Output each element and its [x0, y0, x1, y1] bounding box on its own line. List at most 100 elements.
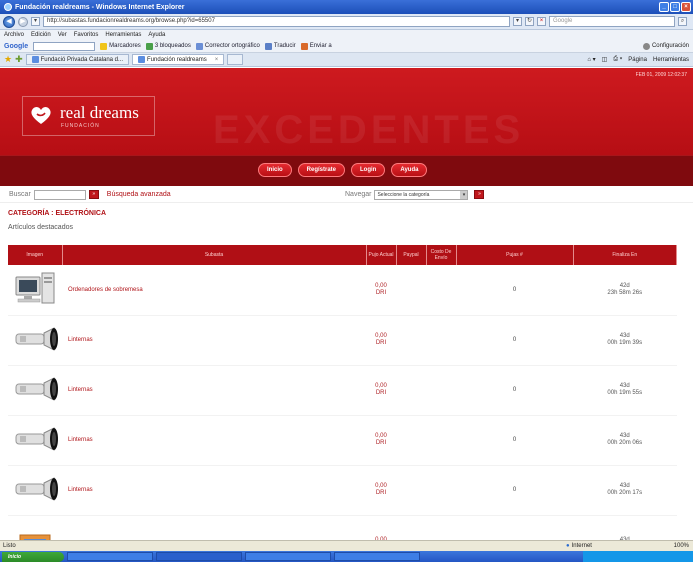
- new-tab-button[interactable]: [227, 54, 244, 65]
- start-button[interactable]: Inicio: [2, 551, 64, 562]
- table-row[interactable]: Linternas 0,00 DRI 0 43d 00h 20m 17s: [8, 465, 677, 516]
- header-bids: Pujas #: [456, 245, 574, 265]
- page-menu[interactable]: Página: [628, 57, 647, 63]
- home-icon[interactable]: ⌂ ▾: [587, 56, 595, 63]
- item-name-link[interactable]: Linternas: [62, 315, 366, 366]
- tab-fundacio-privada[interactable]: Fundació Privada Catalana d...: [25, 54, 130, 65]
- ends-in-time: 00h 19m 55s: [607, 390, 643, 396]
- chevron-down-icon: ▾: [460, 190, 468, 199]
- shipping-cell: [426, 315, 456, 366]
- toolbar-translate[interactable]: Traducir: [264, 42, 296, 50]
- google-search-input[interactable]: [33, 41, 96, 51]
- ends-in-days: 43d: [619, 333, 630, 339]
- ends-in: 43d 00h 19m 55s: [573, 365, 677, 416]
- nav-registrate[interactable]: Regístrate: [297, 163, 346, 177]
- nav-login[interactable]: Login: [351, 163, 386, 177]
- table-row[interactable]: 0,00 43d: [8, 515, 677, 540]
- feeds-icon[interactable]: ◫: [602, 56, 608, 63]
- flashlight-image[interactable]: [8, 365, 62, 416]
- item-name-link[interactable]: Ordenadores de sobremesa: [62, 265, 366, 316]
- toolbar-send-label: Enviar a: [309, 43, 332, 49]
- flashlight-image[interactable]: [8, 415, 62, 466]
- toolbar-config[interactable]: Configuración: [642, 42, 689, 50]
- taskbar-item[interactable]: [245, 552, 331, 561]
- minimize-button[interactable]: _: [659, 2, 669, 12]
- toolbar-bookmarks[interactable]: Marcadores: [100, 42, 141, 50]
- menu-favorites[interactable]: Favoritos: [74, 32, 99, 38]
- status-bar: Listo ● Internet 100%: [0, 540, 693, 551]
- site-search-row: Buscar » Búsqueda avanzada Navegar Selec…: [0, 187, 693, 203]
- shipping-cell: [426, 515, 456, 540]
- toolbar-spellcheck-label: Corrector ortográfico: [204, 43, 260, 49]
- tab-fundacion-realdreams[interactable]: Fundación realdreams ×: [132, 54, 225, 65]
- item-name-link[interactable]: Linternas: [62, 415, 366, 466]
- item-name-link[interactable]: Linternas: [62, 365, 366, 416]
- flashlight-image[interactable]: [8, 465, 62, 516]
- paypal-cell: [396, 415, 426, 466]
- web-page: EXCEDENTES FEB 01, 2009 12:02:37 real dr…: [0, 68, 693, 540]
- menu-tools[interactable]: Herramientas: [105, 32, 141, 38]
- url-dropdown-icon[interactable]: ▾: [513, 17, 522, 26]
- history-dropdown-icon[interactable]: ▾: [31, 17, 40, 26]
- browse-go-button[interactable]: »: [474, 190, 485, 199]
- close-tab-icon[interactable]: ×: [215, 57, 219, 63]
- stop-icon[interactable]: ×: [537, 17, 546, 26]
- star-icon: [100, 42, 108, 50]
- price-currency: DRI: [375, 490, 387, 496]
- back-button[interactable]: ◀: [3, 15, 15, 28]
- table-row[interactable]: Ordenadores de sobremesa 0,00 DRI 0 42d 23h 5…: [8, 265, 677, 316]
- tools-menu[interactable]: Herramientas: [653, 57, 689, 63]
- taskbar-item[interactable]: [67, 552, 153, 561]
- category-select[interactable]: Seleccione la categoría ▾: [374, 189, 469, 200]
- bid-count: 0: [456, 265, 573, 316]
- ends-in: 43d 00h 20m 17s: [573, 465, 677, 516]
- print-icon[interactable]: ⎙ ▾: [613, 56, 622, 63]
- window-controls: _ □ ×: [659, 2, 691, 12]
- taskbar-item[interactable]: [156, 552, 242, 561]
- toolbar-send[interactable]: Enviar a: [300, 42, 332, 50]
- zoom-level[interactable]: 100%: [674, 543, 689, 549]
- desktop-computer-image[interactable]: [8, 265, 62, 316]
- item-name-link[interactable]: Linternas: [62, 465, 366, 516]
- ends-in-days: 42d: [619, 282, 630, 289]
- ends-in: 43d 00h 19m 39s: [573, 315, 677, 366]
- advanced-search-link[interactable]: Búsqueda avanzada: [107, 191, 171, 198]
- price-currency: DRI: [375, 440, 387, 446]
- table-row[interactable]: Linternas 0,00 DRI 0 43d 00h 19m 39s: [8, 315, 677, 366]
- bid-count: 0: [456, 315, 573, 366]
- price-currency: DRI: [375, 390, 387, 396]
- taskbar-item[interactable]: [334, 552, 420, 561]
- search-go-button[interactable]: »: [88, 190, 99, 199]
- header-shipping: Costo De Envío: [426, 245, 457, 265]
- maximize-button[interactable]: □: [670, 2, 680, 12]
- price-currency: DRI: [375, 289, 387, 296]
- menu-view[interactable]: Ver: [58, 32, 67, 38]
- search-icon[interactable]: ⌕: [678, 17, 687, 26]
- nav-ayuda[interactable]: Ayuda: [391, 163, 428, 177]
- table-row[interactable]: Linternas 0,00 DRI 0 43d 00h 19m 55s: [8, 365, 677, 416]
- nav-inicio[interactable]: Inicio: [258, 163, 292, 177]
- flashlight-image[interactable]: [8, 315, 62, 366]
- menu-file[interactable]: Archivo: [4, 32, 24, 38]
- search-input[interactable]: Google: [549, 16, 675, 27]
- site-search-input[interactable]: [33, 189, 86, 200]
- table-row[interactable]: Linternas 0,00 DRI 0 43d 00h 20m 06s: [8, 415, 677, 466]
- current-bid: 0,00 DRI: [366, 365, 396, 416]
- menu-help[interactable]: Ayuda: [148, 32, 165, 38]
- close-button[interactable]: ×: [681, 2, 691, 12]
- toolbar-popups[interactable]: 3 bloqueados: [145, 42, 191, 50]
- favorites-star-icon[interactable]: ★: [4, 54, 12, 65]
- add-favorite-icon[interactable]: ✚: [15, 54, 23, 65]
- ends-in-time: 23h 58m 26s: [607, 289, 643, 296]
- product-image[interactable]: [8, 515, 62, 540]
- toolbar-spellcheck[interactable]: Corrector ortográfico: [195, 42, 260, 50]
- google-toolbar: Google Marcadores 3 bloqueados Corrector…: [0, 40, 693, 53]
- forward-button[interactable]: ▶: [18, 16, 28, 27]
- site-logo[interactable]: real dreams FUNDACIÓN: [22, 96, 155, 136]
- window-titlebar: Fundación realdreams - Windows Internet …: [0, 0, 693, 14]
- refresh-icon[interactable]: ↻: [525, 17, 534, 26]
- wrench-icon: [642, 42, 650, 50]
- url-input[interactable]: http://subastas.fundacionrealdreams.org/…: [43, 16, 510, 27]
- menu-edit[interactable]: Edición: [31, 32, 51, 38]
- item-name-link[interactable]: [62, 515, 366, 540]
